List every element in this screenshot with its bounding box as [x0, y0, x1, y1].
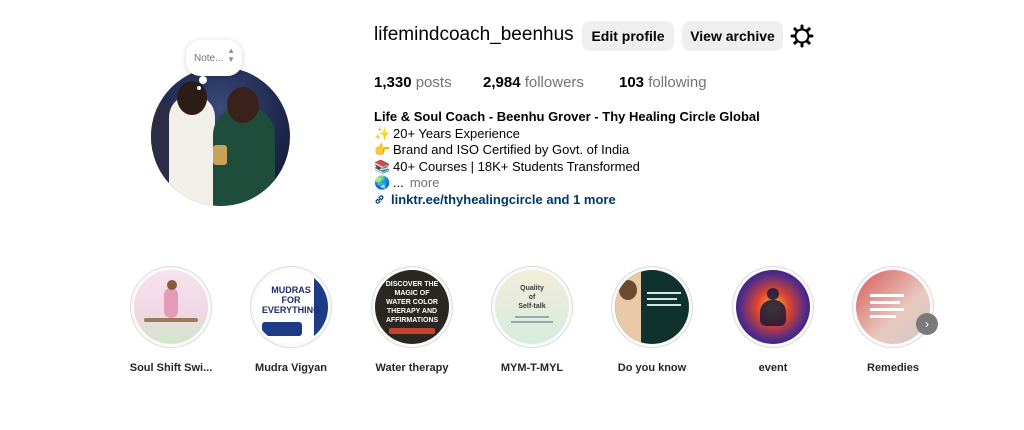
thumb-text: EVERYTHING	[261, 305, 321, 315]
bio-line: 👉 Brand and ISO Certified by Govt. of In…	[374, 142, 760, 159]
bio: Life & Soul Coach - Beenhu Grover - Thy …	[374, 109, 760, 208]
following-label: following	[648, 74, 707, 91]
thumb-text: MAGIC OF	[394, 290, 430, 297]
bio-line: ✨ 20+ Years Experience	[374, 126, 760, 143]
bio-line-text: ...	[393, 175, 404, 190]
highlight-label: Soul Shift Swi...	[129, 362, 213, 374]
note-tail	[199, 76, 207, 84]
note-bubble[interactable]: Note... ▲ ▼	[186, 40, 242, 76]
sort-arrows-icon: ▲ ▼	[227, 46, 235, 64]
followers-label: followers	[524, 74, 584, 91]
profile-avatar[interactable]	[151, 67, 290, 206]
thumb-text: FOR	[281, 295, 301, 305]
thumb-text: AFFIRMATIONS	[385, 317, 439, 324]
bio-line: 🌏 ... more	[374, 175, 760, 192]
thumb-text: DISCOVER THE	[385, 281, 439, 288]
highlight-do-you-know[interactable]: Do you know	[605, 266, 699, 374]
highlight-event[interactable]: event	[726, 266, 820, 374]
view-archive-button[interactable]: View archive	[682, 21, 783, 51]
note-tail-small	[197, 86, 201, 90]
bio-line-text: 20+ Years Experience	[393, 125, 520, 141]
bio-link-text: linktr.ee/thyhealingcircle and 1 more	[391, 191, 616, 207]
highlight-mym-t-myl[interactable]: Quality of Self-talk MYM-T-MYL	[485, 266, 579, 374]
highlight-label: event	[758, 362, 788, 374]
books-icon: 📚	[374, 158, 391, 174]
thumb-text: WATER COLOR	[386, 299, 438, 306]
highlight-water-therapy[interactable]: DISCOVER THE MAGIC OF WATER COLOR THERAP…	[365, 266, 459, 374]
highlight-soul-shift[interactable]: Soul Shift Swi...	[124, 266, 218, 374]
globe-icon: 🌏	[374, 175, 391, 190]
highlight-label: Do you know	[617, 362, 687, 374]
highlight-label: Mudra Vigyan	[255, 362, 327, 374]
bio-more-link[interactable]: more	[410, 175, 440, 192]
followers-count: 2,984	[483, 74, 521, 91]
posts-count: 1,330	[374, 74, 412, 91]
thumb-text: Quality	[520, 285, 544, 292]
followers-stat[interactable]: 2,984 followers	[483, 74, 584, 91]
following-count: 103	[619, 74, 645, 91]
username: lifemindcoach_beenhus	[374, 24, 574, 45]
edit-profile-button[interactable]: Edit profile	[582, 21, 674, 51]
bio-line: 📚 40+ Courses | 18K+ Students Transforme…	[374, 159, 760, 176]
highlight-label: MYM-T-MYL	[500, 362, 564, 374]
bio-link[interactable]: linktr.ee/thyhealingcircle and 1 more	[374, 192, 760, 209]
posts-label: posts	[415, 74, 452, 91]
bio-line-text: Brand and ISO Certified by Govt. of Indi…	[393, 142, 630, 157]
highlight-label: Water therapy	[375, 362, 449, 374]
bio-name: Life & Soul Coach - Beenhu Grover - Thy …	[374, 109, 760, 124]
posts-stat: 1,330 posts	[374, 74, 452, 91]
chevron-right-icon[interactable]: ›	[916, 313, 938, 335]
bio-line-text: 40+ Courses | 18K+ Students Transformed	[393, 158, 640, 174]
thumb-text: Self-talk	[518, 303, 546, 310]
thumb-text: of	[528, 294, 536, 301]
note-label: Note...	[194, 52, 224, 64]
gear-icon[interactable]	[790, 24, 814, 48]
link-icon	[375, 195, 384, 204]
highlight-label: Remedies	[867, 362, 919, 374]
thumb-text: THERAPY AND	[386, 308, 438, 315]
sparkles-icon: ✨	[374, 125, 391, 141]
following-stat[interactable]: 103 following	[619, 74, 707, 91]
thumb-text: MUDRAS	[271, 285, 311, 295]
pointing-hand-icon: 👉	[374, 142, 391, 157]
highlight-mudra-vigyan[interactable]: MUDRAS FOR EVERYTHING Mudra Vigyan	[244, 266, 338, 374]
story-highlights: Soul Shift Swi... MUDRAS FOR EVERYTHING …	[124, 266, 944, 386]
